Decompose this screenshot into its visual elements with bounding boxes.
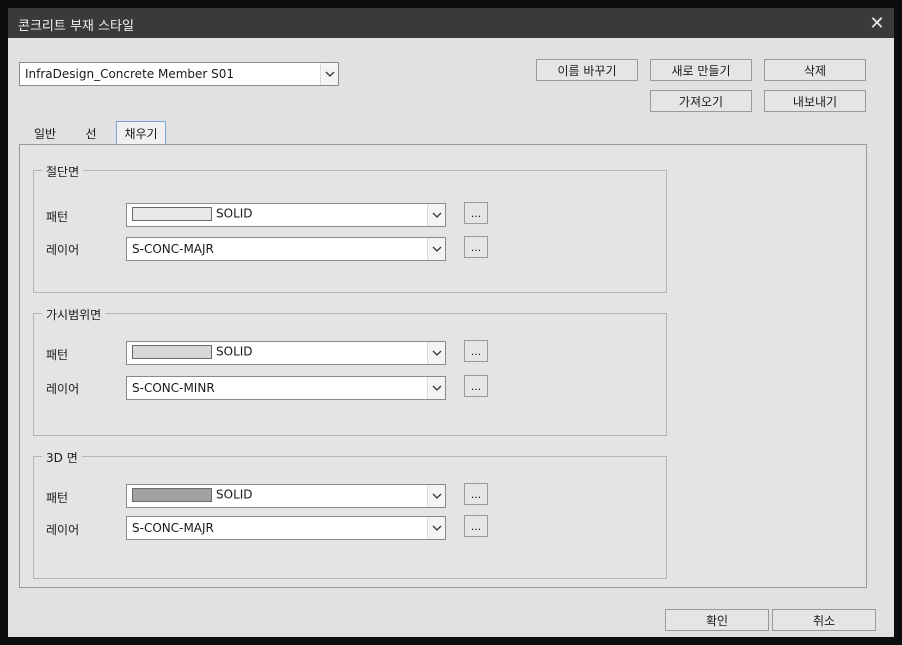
- style-select-value: InfraDesign_Concrete Member S01: [25, 67, 235, 81]
- layer-select[interactable]: S-CONC-MAJR: [126, 516, 446, 540]
- pattern-swatch: [132, 344, 212, 359]
- chevron-down-icon[interactable]: [427, 238, 445, 260]
- dialog-body: InfraDesign_Concrete Member S01 이름 바꾸기 새…: [8, 38, 894, 637]
- layer-select[interactable]: S-CONC-MAJR: [126, 237, 446, 261]
- group-title: 3D 면: [42, 449, 82, 466]
- layer-label: 레이어: [46, 243, 80, 257]
- layer-label: 레이어: [46, 523, 80, 537]
- layer-browse-button[interactable]: ...: [464, 236, 488, 258]
- pattern-swatch: [132, 487, 212, 502]
- pattern-swatch: [132, 206, 212, 221]
- ok-button[interactable]: 확인: [665, 609, 769, 631]
- layer-label: 레이어: [46, 382, 80, 396]
- chevron-down-icon[interactable]: [427, 517, 445, 539]
- tab-fill[interactable]: 채우기: [116, 121, 166, 145]
- pattern-select[interactable]: SOLID: [126, 484, 446, 508]
- pattern-select[interactable]: SOLID: [126, 203, 446, 227]
- pattern-value: SOLID: [216, 206, 253, 221]
- window-title: 콘크리트 부재 스타일: [18, 19, 134, 34]
- pattern-browse-button[interactable]: ...: [464, 202, 488, 224]
- pattern-value: SOLID: [216, 344, 253, 359]
- pattern-browse-button[interactable]: ...: [464, 483, 488, 505]
- layer-value: S-CONC-MAJR: [132, 242, 214, 256]
- chevron-down-icon[interactable]: [320, 63, 338, 85]
- pattern-label: 패턴: [46, 348, 69, 362]
- group-title: 가시범위면: [42, 306, 106, 323]
- dialog-window: 콘크리트 부재 스타일 ✕ InfraDesign_Concrete Membe…: [0, 0, 902, 645]
- style-select[interactable]: InfraDesign_Concrete Member S01: [19, 62, 339, 86]
- chevron-down-icon[interactable]: [427, 204, 445, 226]
- tab-general[interactable]: 일반: [23, 122, 67, 144]
- tab-line[interactable]: 선: [73, 122, 109, 144]
- layer-value: S-CONC-MINR: [132, 381, 215, 395]
- rename-button[interactable]: 이름 바꾸기: [536, 59, 638, 81]
- group-3d-surface: 3D 면 패턴 SOLID ... 레이어 S-CONC-MAJR ...: [33, 449, 667, 579]
- close-icon[interactable]: ✕: [860, 8, 894, 38]
- fill-tab-panel: 절단면 패턴 SOLID ... 레이어 S-CONC-MAJR ... 가시범…: [19, 144, 867, 588]
- group-cut-surface: 절단면 패턴 SOLID ... 레이어 S-CONC-MAJR ...: [33, 163, 667, 293]
- chevron-down-icon[interactable]: [427, 377, 445, 399]
- layer-browse-button[interactable]: ...: [464, 375, 488, 397]
- layer-browse-button[interactable]: ...: [464, 515, 488, 537]
- title-bar: 콘크리트 부재 스타일 ✕: [8, 8, 894, 38]
- import-button[interactable]: 가져오기: [650, 90, 752, 112]
- group-title: 절단면: [42, 163, 84, 180]
- pattern-label: 패턴: [46, 210, 69, 224]
- chevron-down-icon[interactable]: [427, 342, 445, 364]
- pattern-label: 패턴: [46, 491, 69, 505]
- layer-select[interactable]: S-CONC-MINR: [126, 376, 446, 400]
- pattern-browse-button[interactable]: ...: [464, 340, 488, 362]
- export-button[interactable]: 내보내기: [764, 90, 866, 112]
- cancel-button[interactable]: 취소: [772, 609, 876, 631]
- group-visible-surface: 가시범위면 패턴 SOLID ... 레이어 S-CONC-MINR ...: [33, 306, 667, 436]
- pattern-select[interactable]: SOLID: [126, 341, 446, 365]
- layer-value: S-CONC-MAJR: [132, 521, 214, 535]
- chevron-down-icon[interactable]: [427, 485, 445, 507]
- new-button[interactable]: 새로 만들기: [650, 59, 752, 81]
- pattern-value: SOLID: [216, 487, 253, 502]
- delete-button[interactable]: 삭제: [764, 59, 866, 81]
